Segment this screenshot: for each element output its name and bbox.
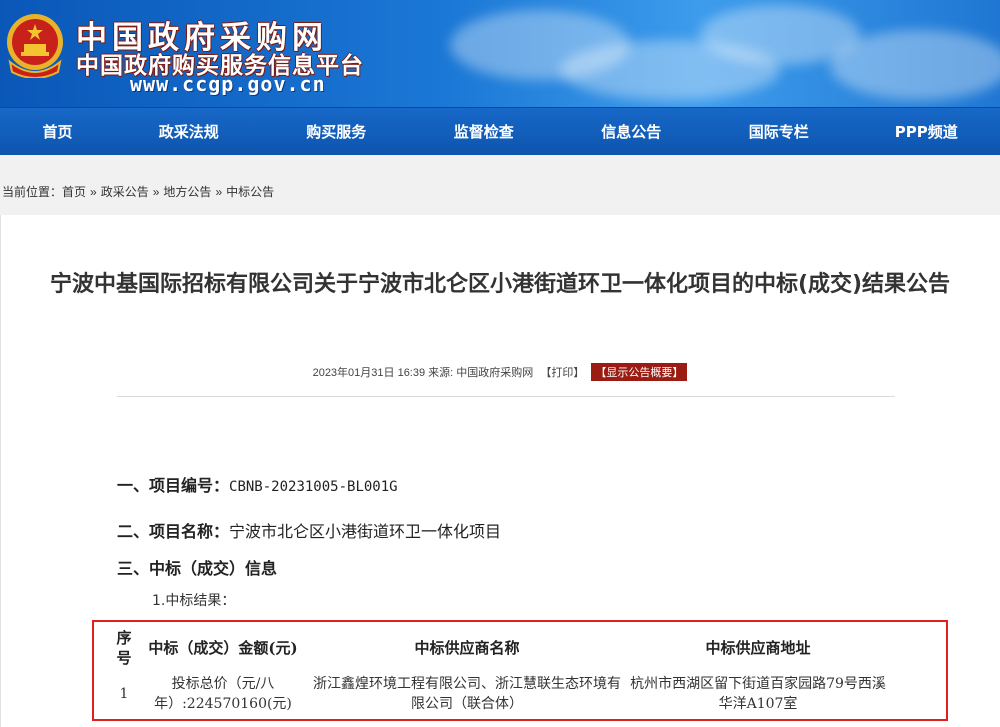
nav-item-international[interactable]: 国际专栏 <box>705 108 853 155</box>
breadcrumb: 当前位置：首页» 政采公告» 地方公告» 中标公告 <box>2 183 274 200</box>
award-result-label: 1.中标结果： <box>152 593 236 609</box>
cell-amount: 投标总价（元/八年）:224570160(元) <box>154 676 292 712</box>
header-no: 序号 <box>116 629 132 667</box>
nav-item-ppp[interactable]: PPP频道 <box>853 108 1000 155</box>
article-meta: 2023年01月31日 16:39 来源: 中国政府采购网 【打印】 【显示公告… <box>0 363 1000 381</box>
national-emblem-icon <box>7 14 63 78</box>
breadcrumb-prefix: 当前位置： <box>2 185 63 199</box>
main-nav: 首页 政采法规 购买服务 监督检查 信息公告 国际专栏 PPP频道 <box>0 107 1000 155</box>
table-header-row: 序号 中标（成交）金额(元) 中标供应商名称 中标供应商地址 <box>110 628 890 668</box>
nav-item-home[interactable]: 首页 <box>0 108 115 155</box>
cell-supplier-address: 杭州市西湖区留下街道百家园路79号西溪华洋A107室 <box>630 676 886 712</box>
print-link[interactable]: 【打印】 <box>540 367 584 379</box>
banner-cloud <box>830 30 1000 100</box>
site-header-banner: 中国政府采购网 中国政府购买服务信息平台 www.ccgp.gov.cn <box>0 0 1000 107</box>
award-info-heading: 三、中标（成交）信息 <box>117 555 277 579</box>
nav-item-purchase-services[interactable]: 购买服务 <box>263 108 411 155</box>
table-row: 1 投标总价（元/八年）:224570160(元) 浙江鑫煌环境工程有限公司、浙… <box>110 668 890 714</box>
header-supplier-name: 中标供应商名称 <box>414 639 520 657</box>
result-table: 序号 中标（成交）金额(元) 中标供应商名称 中标供应商地址 1 投标总价（元/… <box>110 628 890 714</box>
breadcrumb-separator: » <box>90 185 97 199</box>
award-info-label: 三、中标（成交）信息 <box>117 559 278 578</box>
header-amount: 中标（成交）金额(元) <box>148 639 298 657</box>
show-summary-button[interactable]: 【显示公告概要】 <box>591 363 688 381</box>
breadcrumb-item-award[interactable]: 中标公告 <box>226 185 274 199</box>
breadcrumb-separator: » <box>152 185 160 199</box>
breadcrumb-item-home[interactable]: 首页 <box>62 185 86 199</box>
project-name-label: 二、项目名称： <box>117 522 230 541</box>
divider <box>117 396 895 397</box>
project-number-value: CBNB-20231005-BL001G <box>229 479 398 495</box>
article-title: 宁波中基国际招标有限公司关于宁波市北仑区小港街道环卫一体化项目的中标(成交)结果… <box>49 272 951 297</box>
project-number-label: 一、项目编号： <box>117 476 230 495</box>
site-url: www.ccgp.gov.cn <box>130 72 326 96</box>
header-supplier-address: 中标供应商地址 <box>705 639 811 657</box>
nav-item-announcements[interactable]: 信息公告 <box>558 108 706 155</box>
project-name: 二、项目名称：宁波市北仑区小港街道环卫一体化项目 <box>117 518 501 542</box>
nav-item-supervision[interactable]: 监督检查 <box>410 108 558 155</box>
project-number: 一、项目编号：CBNB-20231005-BL001G <box>117 472 398 496</box>
cell-supplier-name: 浙江鑫煌环境工程有限公司、浙江慧联生态环境有限公司（联合体） <box>313 676 621 712</box>
nav-item-regulations[interactable]: 政采法规 <box>115 108 263 155</box>
breadcrumb-separator: » <box>215 185 223 199</box>
publish-info: 2023年01月31日 16:39 来源: 中国政府采购网 <box>312 367 534 379</box>
breadcrumb-item-announcements[interactable]: 政采公告 <box>101 185 149 199</box>
project-name-value: 宁波市北仑区小港街道环卫一体化项目 <box>229 522 502 541</box>
result-table-highlight: 序号 中标（成交）金额(元) 中标供应商名称 中标供应商地址 1 投标总价（元/… <box>92 620 948 721</box>
cell-no: 1 <box>119 686 129 702</box>
breadcrumb-item-local[interactable]: 地方公告 <box>163 185 211 199</box>
